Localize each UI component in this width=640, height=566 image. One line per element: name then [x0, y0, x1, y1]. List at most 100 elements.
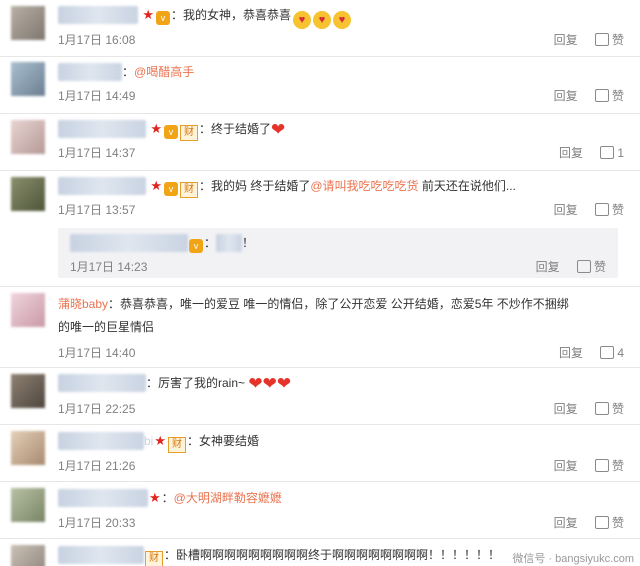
mention-link[interactable]: @请叫我吃吃吃吃货: [310, 179, 418, 193]
blurred-text: x: [216, 234, 243, 252]
avatar[interactable]: [11, 177, 45, 211]
comment-line: name：@喝醋高手: [58, 63, 194, 81]
comment-time: 1月17日 22:25: [58, 402, 136, 416]
thumbs-up-icon[interactable]: [600, 346, 615, 359]
comment-time: 1月17日 14:40: [58, 346, 136, 360]
username[interactable]: name: [70, 234, 188, 252]
username[interactable]: name: [58, 546, 144, 564]
thumbs-up-icon[interactable]: [594, 33, 609, 46]
comment-time: 1月17日 21:26: [58, 459, 136, 473]
username[interactable]: name: [58, 177, 146, 195]
username-tail[interactable]: bi: [144, 434, 153, 448]
thumbs-up-icon[interactable]: [600, 146, 615, 159]
username[interactable]: name: [58, 489, 148, 507]
comment-text: ：终于结婚了: [199, 122, 272, 136]
thumbs-up-icon[interactable]: [576, 260, 591, 273]
like-count[interactable]: 1: [617, 146, 624, 160]
avatar[interactable]: [11, 120, 45, 154]
comment-time: 1月17日 13:57: [58, 203, 136, 217]
comment-line: name ★v财：我的妈 终于结婚了@请叫我吃吃吃吃货 前天还在说他们...: [58, 177, 516, 198]
reply-button[interactable]: 回复: [554, 33, 578, 47]
cai-badge-icon: 财: [145, 551, 163, 566]
username[interactable]: name: [58, 6, 138, 24]
comment-text-continued: 前天还在说他们...: [418, 179, 516, 193]
comment-line-2: 的唯一的巨星情侣: [58, 318, 154, 336]
comment-line: name：厉害了我的rain~ ❤❤❤: [58, 374, 291, 393]
username[interactable]: name: [58, 374, 146, 392]
comment-item: name★：@大明湖畔勒容嬷嬷 1月17日 20:33 回复 赞: [0, 482, 640, 538]
reply-button[interactable]: 回复: [554, 459, 578, 473]
username[interactable]: 蒲晓baby: [58, 297, 108, 311]
mention-link[interactable]: @大明湖畔勒容嬷嬷: [174, 491, 282, 505]
comment-text-tail: ！: [242, 236, 255, 250]
comment-actions: 回复 赞: [554, 514, 624, 531]
smiling-face-heart-eyes-icon: ♥: [313, 11, 332, 29]
like-count[interactable]: 4: [617, 346, 624, 360]
username[interactable]: name: [58, 63, 122, 81]
like-button[interactable]: 赞: [594, 260, 606, 274]
red-heart-icon: ❤: [271, 120, 286, 139]
reply-button[interactable]: 回复: [554, 516, 578, 530]
comment-item: name：厉害了我的rain~ ❤❤❤ 1月17日 22:25 回复 赞: [0, 368, 640, 424]
comment-line: name ★v：我的女神，恭喜恭喜♥♥♥: [58, 6, 352, 29]
mention-link[interactable]: @喝醋高手: [134, 65, 194, 79]
v-badge-icon: v: [164, 125, 178, 139]
like-button[interactable]: 赞: [612, 459, 624, 473]
cai-badge-icon: 财: [180, 182, 198, 198]
comment-time: 1月17日 14:37: [58, 146, 136, 160]
comment-actions: 回复 赞: [554, 31, 624, 48]
thumbs-up-icon[interactable]: [594, 459, 609, 472]
comment-text: ：: [161, 491, 174, 505]
thumbs-up-icon[interactable]: [594, 89, 609, 102]
avatar[interactable]: [11, 545, 45, 566]
like-button[interactable]: 赞: [612, 516, 624, 530]
reply-button[interactable]: 回复: [554, 203, 578, 217]
thumbs-up-icon[interactable]: [594, 203, 609, 216]
comment-line: 蒲晓baby：恭喜恭喜，唯一的爱豆 唯一的情侣，除了公开恋爱 公开结婚，恋爱5年…: [58, 295, 569, 313]
star-badge-icon: ★: [142, 7, 154, 22]
comment-text-continued: 的唯一的巨星情侣: [58, 320, 155, 334]
avatar[interactable]: [11, 488, 45, 522]
comment-actions: 回复 1: [559, 144, 624, 161]
comment-time: 1月17日 14:23: [70, 260, 148, 274]
reply-button[interactable]: 回复: [536, 260, 560, 274]
smiling-face-heart-eyes-icon: ♥: [293, 11, 312, 29]
like-button[interactable]: 赞: [612, 89, 624, 103]
comment-time: 1月17日 16:08: [58, 33, 136, 47]
like-button[interactable]: 赞: [612, 402, 624, 416]
cai-badge-icon: 财: [180, 125, 198, 141]
nested-reply: namev：x！ 1月17日 14:23 回复 赞: [58, 228, 618, 278]
like-button[interactable]: 赞: [612, 203, 624, 217]
thumbs-up-icon[interactable]: [594, 402, 609, 415]
avatar[interactable]: [11, 6, 45, 40]
comment-line: namebi★财：女神要结婚: [58, 432, 259, 453]
comment-actions: 回复 赞: [554, 201, 624, 218]
star-badge-icon: ★: [149, 490, 161, 505]
avatar[interactable]: [11, 293, 45, 327]
red-heart-icon: ❤: [248, 374, 263, 393]
reply-button[interactable]: 回复: [559, 146, 583, 160]
like-button[interactable]: 赞: [612, 33, 624, 47]
reply-button[interactable]: 回复: [559, 346, 583, 360]
thumbs-up-icon[interactable]: [594, 516, 609, 529]
comment-time: 1月17日 14:49: [58, 89, 136, 103]
avatar[interactable]: [11, 374, 45, 408]
avatar[interactable]: [11, 431, 45, 465]
username[interactable]: name: [58, 120, 146, 138]
comment-actions: 回复 赞: [554, 400, 624, 417]
username[interactable]: name: [58, 432, 144, 450]
comment-item: name ★v财：终于结婚了❤ 1月17日 14:37 回复 1: [0, 114, 640, 170]
comment-time: 1月17日 20:33: [58, 516, 136, 530]
comment-actions: 回复 赞: [536, 258, 606, 275]
reply-button[interactable]: 回复: [554, 89, 578, 103]
cai-badge-icon: 财: [168, 437, 186, 453]
comment-line: name ★v财：终于结婚了❤: [58, 120, 285, 141]
red-heart-icon: ❤: [276, 374, 292, 393]
star-badge-icon: ★: [150, 121, 162, 136]
reply-button[interactable]: 回复: [554, 402, 578, 416]
comment-actions: 回复 4: [559, 344, 624, 361]
comment-text: ：我的妈 终于结婚了: [199, 179, 311, 193]
star-badge-icon: ★: [150, 178, 162, 193]
avatar[interactable]: [11, 62, 45, 96]
comment-text: ：: [122, 65, 135, 79]
